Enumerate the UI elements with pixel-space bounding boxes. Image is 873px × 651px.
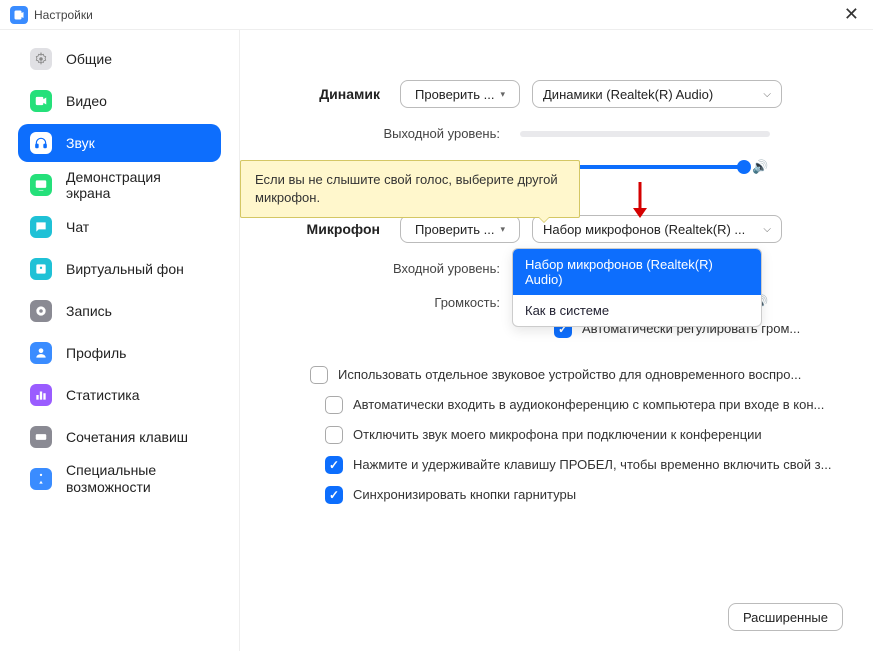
sidebar-item-chat[interactable]: Чат: [18, 208, 221, 246]
output-level-label: Выходной уровень:: [270, 126, 500, 141]
video-icon: [30, 90, 52, 112]
chevron-down-icon: ⌵: [763, 224, 771, 235]
option-label: Использовать отдельное звуковое устройст…: [338, 366, 801, 384]
input-level-label: Входной уровень:: [270, 261, 500, 276]
close-button[interactable]: ✕: [840, 4, 863, 25]
sidebar-item-audio[interactable]: Звук: [18, 124, 221, 162]
sidebar-item-label: Профиль: [66, 345, 126, 361]
headphones-icon: [30, 132, 52, 154]
microphone-label: Микрофон: [270, 221, 380, 237]
chevron-down-icon: ▾: [500, 89, 505, 100]
main-panel: Динамик Проверить ...▾ Динамики (Realtek…: [240, 30, 873, 651]
window-title: Настройки: [34, 8, 93, 22]
keyboard-icon: [30, 426, 52, 448]
speaker-device-select[interactable]: Динамики (Realtek(R) Audio) ⌵: [532, 80, 782, 108]
sidebar-item-label: Статистика: [66, 387, 140, 403]
sidebar-item-keyboard[interactable]: Сочетания клавиш: [18, 418, 221, 456]
sidebar: Общие Видео Звук Демонстрация экрана Чат…: [0, 30, 240, 651]
sidebar-item-video[interactable]: Видео: [18, 82, 221, 120]
test-speaker-button[interactable]: Проверить ...▾: [400, 80, 520, 108]
option-row: Синхронизировать кнопки гарнитуры: [270, 486, 843, 504]
chevron-down-icon: ⌵: [763, 89, 771, 100]
titlebar: Настройки ✕: [0, 0, 873, 30]
sidebar-item-profile[interactable]: Профиль: [18, 334, 221, 372]
sidebar-item-record[interactable]: Запись: [18, 292, 221, 330]
sidebar-item-label: Специальные возможности: [66, 462, 209, 496]
option-row: Автоматически входить в аудиоконференцию…: [270, 396, 843, 414]
sidebar-item-label: Виртуальный фон: [66, 261, 184, 277]
microphone-dropdown-menu: Набор микрофонов (Realtek(R) Audio) Как …: [512, 248, 762, 327]
annotation-arrow: [630, 180, 650, 227]
virtual-bg-icon: [30, 258, 52, 280]
option-label: Автоматически входить в аудиоконференцию…: [353, 396, 824, 414]
stats-icon: [30, 384, 52, 406]
sidebar-item-label: Общие: [66, 51, 112, 67]
record-icon: [30, 300, 52, 322]
checkbox[interactable]: [325, 396, 343, 414]
sidebar-item-label: Звук: [66, 135, 95, 151]
share-screen-icon: [30, 174, 52, 196]
checkbox[interactable]: [310, 366, 328, 384]
speaker-loud-icon: 🔊: [752, 159, 768, 175]
checkbox[interactable]: [325, 486, 343, 504]
advanced-button[interactable]: Расширенные: [728, 603, 843, 631]
dropdown-option[interactable]: Набор микрофонов (Realtek(R) Audio): [513, 249, 761, 295]
dropdown-option[interactable]: Как в системе: [513, 295, 761, 326]
sidebar-item-share[interactable]: Демонстрация экрана: [18, 166, 221, 204]
sidebar-item-label: Запись: [66, 303, 112, 319]
option-label: Нажмите и удерживайте клавишу ПРОБЕЛ, чт…: [353, 456, 831, 474]
option-label: Синхронизировать кнопки гарнитуры: [353, 486, 576, 504]
option-label: Отключить звук моего микрофона при подкл…: [353, 426, 762, 444]
microphone-device-select[interactable]: Набор микрофонов (Realtek(R) ... ⌵: [532, 215, 782, 243]
option-row: Нажмите и удерживайте клавишу ПРОБЕЛ, чт…: [270, 456, 843, 474]
sidebar-item-stats[interactable]: Статистика: [18, 376, 221, 414]
app-icon: [10, 6, 28, 24]
option-row: Использовать отдельное звуковое устройст…: [270, 366, 843, 384]
chat-icon: [30, 216, 52, 238]
accessibility-icon: [30, 468, 52, 490]
option-row: Отключить звук моего микрофона при подкл…: [270, 426, 843, 444]
checkbox[interactable]: [325, 456, 343, 474]
speaker-label: Динамик: [270, 86, 380, 102]
sidebar-item-label: Демонстрация экрана: [66, 169, 209, 201]
hint-tooltip: Если вы не слышите свой голос, выберите …: [240, 160, 580, 218]
sidebar-item-label: Сочетания клавиш: [66, 429, 188, 445]
sidebar-item-accessibility[interactable]: Специальные возможности: [18, 460, 221, 498]
sidebar-item-label: Видео: [66, 93, 107, 109]
sidebar-item-vbg[interactable]: Виртуальный фон: [18, 250, 221, 288]
test-microphone-button[interactable]: Проверить ...▾: [400, 215, 520, 243]
chevron-down-icon: ▾: [500, 224, 505, 235]
profile-icon: [30, 342, 52, 364]
output-level-meter: [520, 131, 770, 137]
mic-volume-label: Громкость:: [270, 295, 500, 310]
gear-icon: [30, 48, 52, 70]
sidebar-item-label: Чат: [66, 219, 89, 235]
checkbox[interactable]: [325, 426, 343, 444]
sidebar-item-general[interactable]: Общие: [18, 40, 221, 78]
